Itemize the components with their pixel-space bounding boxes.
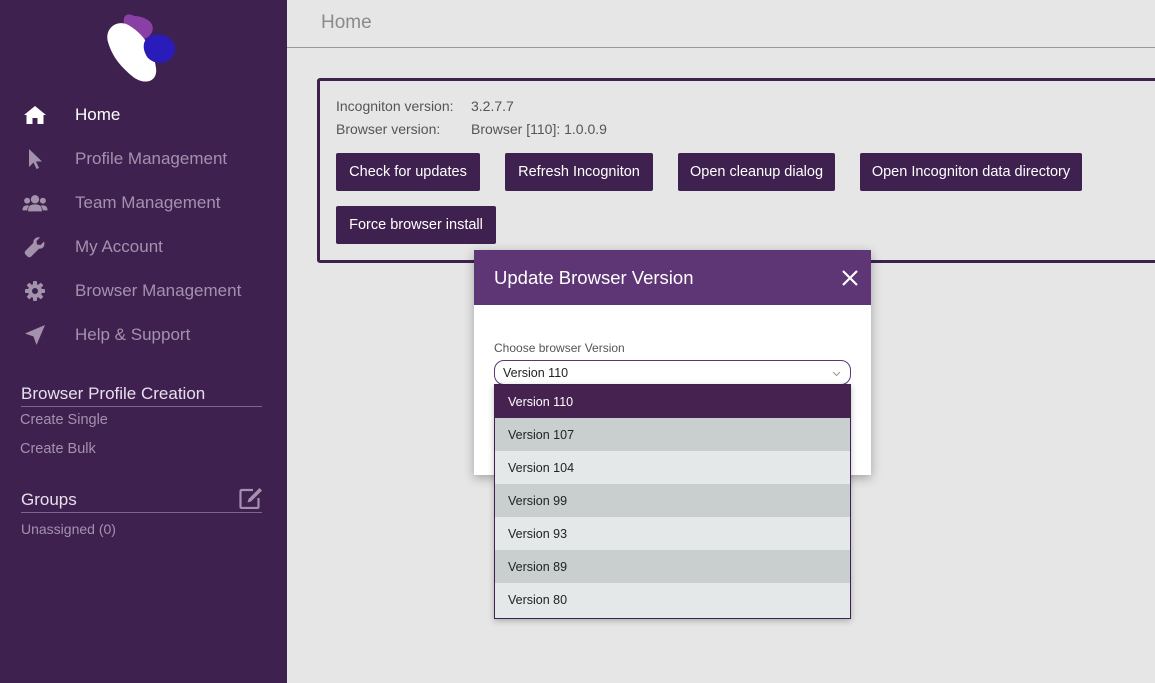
- nav-my-account-label: My Account: [75, 237, 163, 256]
- nav-profile-management-label: Profile Management: [75, 149, 228, 168]
- home-icon: [22, 102, 48, 128]
- gear-icon: [22, 278, 48, 304]
- sidebar: Home Profile Management Team Management …: [0, 0, 287, 683]
- dialog-header: Update Browser Version: [474, 250, 871, 305]
- page-title: Home: [321, 12, 372, 33]
- dialog-title: Update Browser Version: [494, 267, 694, 288]
- option-version-107[interactable]: Version 107: [495, 418, 850, 451]
- nav-home-label: Home: [75, 105, 121, 124]
- option-version-99[interactable]: Version 99: [495, 484, 850, 517]
- edit-icon[interactable]: [239, 487, 263, 509]
- version-dropdown-list: Version 110 Version 107 Version 104 Vers…: [494, 384, 851, 619]
- group-unassigned[interactable]: Unassigned (0): [21, 521, 116, 537]
- option-version-93[interactable]: Version 93: [495, 517, 850, 550]
- nav-browser-management-label: Browser Management: [75, 281, 242, 300]
- paper-plane-icon: [22, 322, 48, 348]
- nav-profile-management[interactable]: Profile Management: [0, 139, 287, 179]
- option-version-80[interactable]: Version 80: [495, 583, 850, 616]
- browser-version-select[interactable]: Version 110: [494, 360, 851, 385]
- app-logo: [107, 14, 176, 82]
- nav-team-management-label: Team Management: [75, 193, 221, 212]
- header-divider: [287, 47, 1155, 48]
- option-version-104[interactable]: Version 104: [495, 451, 850, 484]
- force-browser-install-button[interactable]: Force browser install: [336, 206, 496, 244]
- check-updates-button[interactable]: Check for updates: [336, 153, 480, 191]
- chevron-down-icon: [832, 371, 841, 377]
- nav-team-management[interactable]: Team Management: [0, 183, 287, 223]
- refresh-incogniton-button[interactable]: Refresh Incogniton: [505, 153, 653, 191]
- incogniton-version-value: 3.2.7.7: [471, 98, 514, 114]
- nav-browser-management[interactable]: Browser Management: [0, 271, 287, 311]
- option-version-110[interactable]: Version 110: [495, 385, 850, 418]
- browser-version-field-label: Choose browser Version: [494, 341, 625, 355]
- browser-version-label: Browser version:: [336, 121, 441, 137]
- close-icon[interactable]: [840, 268, 860, 288]
- profile-creation-heading: Browser Profile Creation: [21, 384, 262, 407]
- wrench-icon: [22, 234, 48, 260]
- cursor-icon: [22, 146, 48, 172]
- select-value: Version 110: [503, 366, 569, 380]
- nav-help-support-label: Help & Support: [75, 325, 191, 344]
- open-data-directory-button[interactable]: Open Incogniton data directory: [860, 153, 1082, 191]
- browser-version-value: Browser [110]: 1.0.0.9: [471, 121, 607, 137]
- incogniton-version-label: Incogniton version:: [336, 98, 454, 114]
- groups-heading: Groups: [21, 490, 262, 513]
- create-bulk-link[interactable]: Create Bulk: [20, 441, 96, 457]
- open-cleanup-button[interactable]: Open cleanup dialog: [678, 153, 835, 191]
- option-version-89[interactable]: Version 89: [495, 550, 850, 583]
- nav-help-support[interactable]: Help & Support: [0, 315, 287, 355]
- create-single-link[interactable]: Create Single: [20, 412, 108, 428]
- nav-home[interactable]: Home: [0, 95, 287, 135]
- users-icon: [22, 190, 48, 216]
- nav-my-account[interactable]: My Account: [0, 227, 287, 267]
